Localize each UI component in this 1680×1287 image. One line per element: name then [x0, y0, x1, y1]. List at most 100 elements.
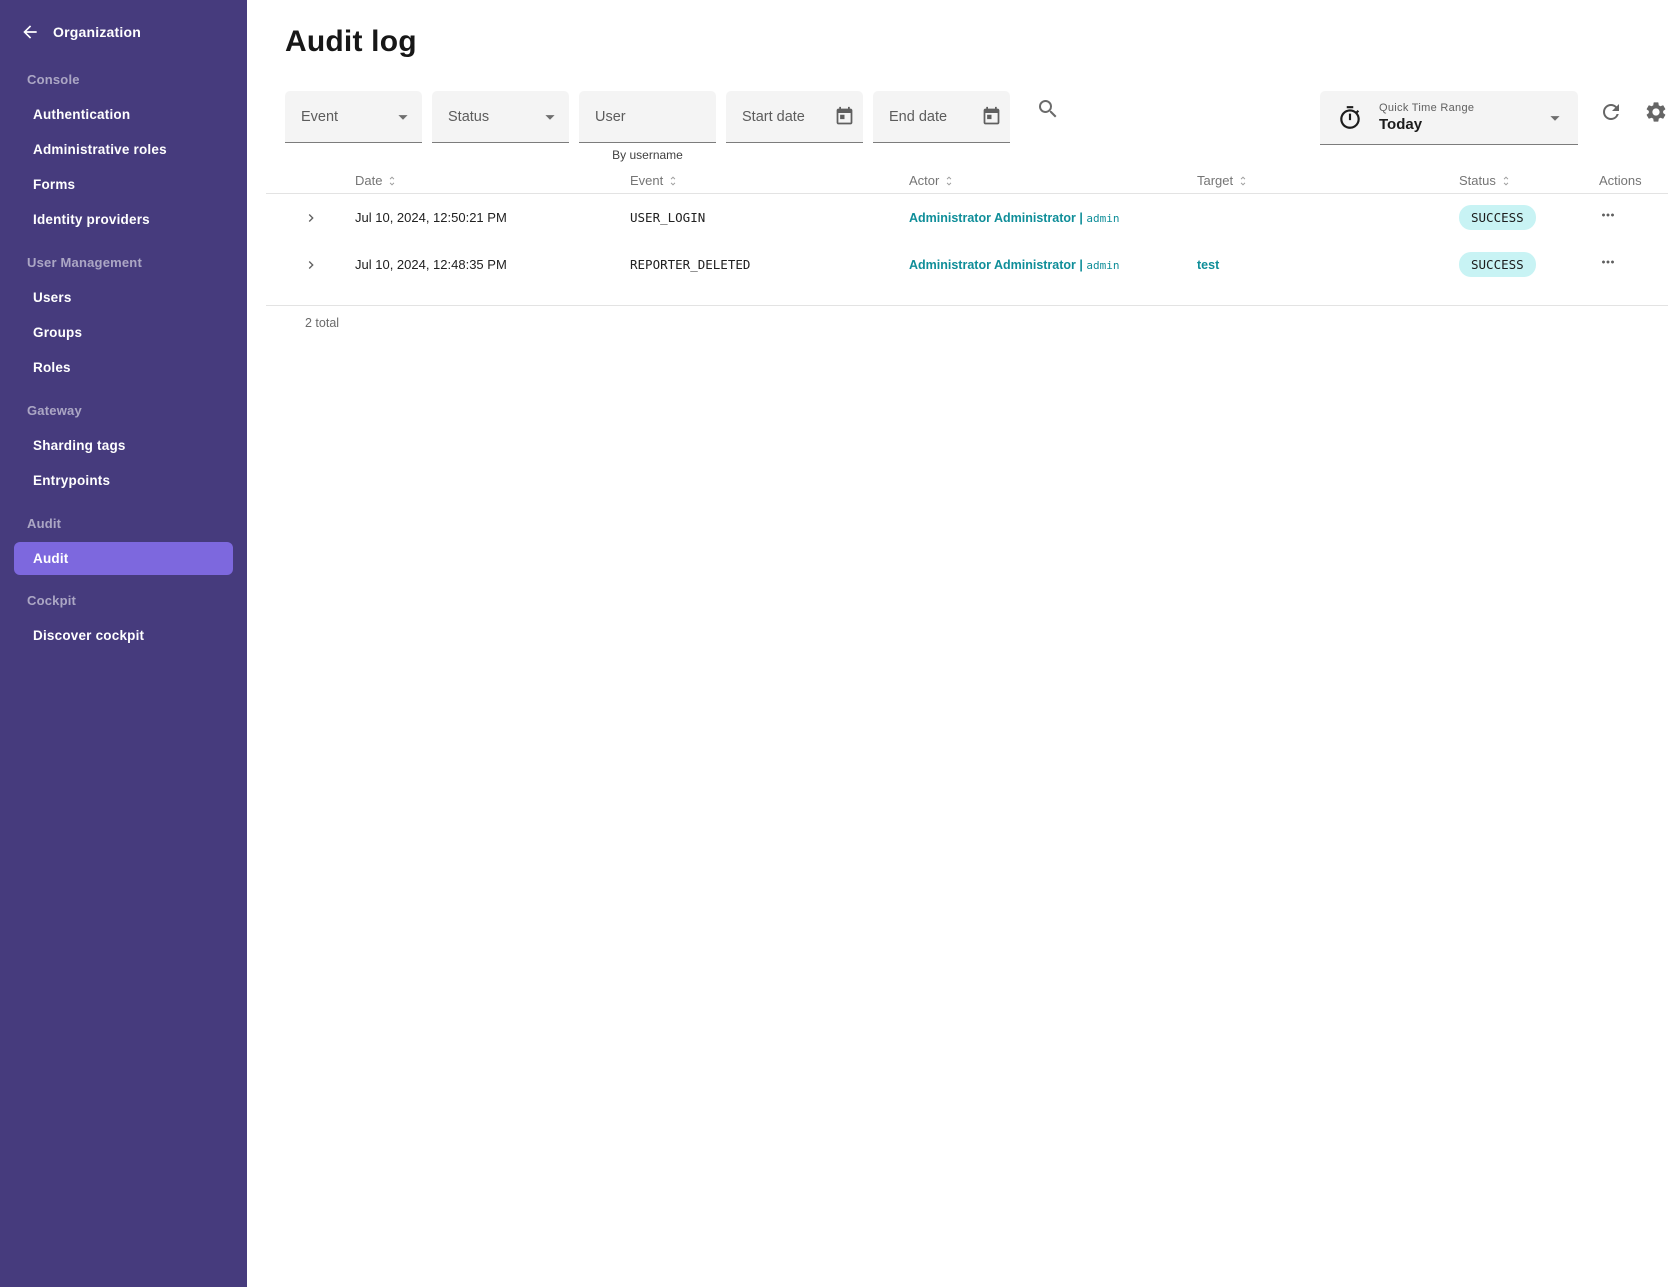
chevron-down-icon	[539, 106, 561, 128]
quick-time-range-value: Today	[1379, 116, 1528, 133]
sort-icon	[943, 175, 955, 187]
section-label-cockpit: Cockpit	[0, 583, 247, 618]
actor-username: admin	[1086, 259, 1119, 272]
section-label-gateway: Gateway	[0, 393, 247, 428]
row-actions-kebab-icon[interactable]	[1599, 206, 1617, 224]
sidebar-section-audit: Audit Audit	[0, 506, 247, 575]
start-date-filter[interactable]: Start date	[726, 91, 863, 143]
column-label-status: Status	[1459, 173, 1496, 188]
sidebar-item-groups[interactable]: Groups	[0, 315, 247, 350]
table-row: Jul 10, 2024, 12:48:35 PM REPORTER_DELET…	[266, 241, 1668, 288]
column-header-date[interactable]: Date	[355, 173, 630, 188]
column-label-event: Event	[630, 173, 663, 188]
column-header-actor[interactable]: Actor	[909, 173, 1197, 188]
expander-cell	[266, 210, 355, 226]
expand-row-icon[interactable]	[303, 210, 319, 226]
column-header-event[interactable]: Event	[630, 173, 909, 188]
actor-name: Administrator Administrator |	[909, 258, 1083, 272]
user-filter-wrap: User By username	[579, 91, 716, 162]
total-count: 2 total	[305, 316, 1668, 330]
sidebar-nav: Console Authentication Administrative ro…	[0, 62, 247, 653]
status-filter-label: Status	[448, 109, 539, 125]
row-actor: Administrator Administrator | admin	[909, 209, 1197, 227]
sidebar-section-console: Console Authentication Administrative ro…	[0, 62, 247, 237]
page-title: Audit log	[285, 25, 1668, 59]
sidebar-item-forms[interactable]: Forms	[0, 167, 247, 202]
sidebar-item-roles[interactable]: Roles	[0, 350, 247, 385]
filter-bar: Event Status User By username Start date…	[285, 91, 1668, 162]
organization-title: Organization	[53, 24, 141, 40]
user-filter-helper: By username	[579, 148, 716, 162]
sidebar: Organization Console Authentication Admi…	[0, 0, 247, 1287]
row-actor: Administrator Administrator | admin	[909, 256, 1197, 274]
sidebar-item-users[interactable]: Users	[0, 280, 247, 315]
sort-icon	[667, 175, 679, 187]
target-link[interactable]: test	[1197, 258, 1219, 272]
app-root: Organization Console Authentication Admi…	[0, 0, 1680, 1287]
user-filter-input[interactable]: User	[579, 91, 716, 143]
end-date-label: End date	[889, 109, 981, 125]
column-label-actor: Actor	[909, 173, 939, 188]
status-badge: SUCCESS	[1459, 205, 1536, 230]
calendar-icon[interactable]	[834, 106, 855, 127]
start-date-label: Start date	[742, 109, 834, 125]
sidebar-item-sharding-tags[interactable]: Sharding tags	[0, 428, 247, 463]
end-date-filter[interactable]: End date	[873, 91, 1010, 143]
row-date: Jul 10, 2024, 12:48:35 PM	[355, 257, 630, 272]
event-filter-label: Event	[301, 109, 392, 125]
quick-time-range-label: Quick Time Range	[1379, 102, 1528, 114]
column-header-status[interactable]: Status	[1459, 173, 1599, 188]
column-header-actions: Actions	[1599, 173, 1668, 188]
row-target: test	[1197, 256, 1459, 274]
actor-link[interactable]: Administrator Administrator | admin	[909, 211, 1120, 225]
chevron-down-icon	[1544, 107, 1566, 129]
column-label-actions: Actions	[1599, 173, 1642, 188]
row-event: USER_LOGIN	[630, 210, 909, 225]
row-status: SUCCESS	[1459, 205, 1599, 230]
sort-icon	[386, 175, 398, 187]
sidebar-section-user-management: User Management Users Groups Roles	[0, 245, 247, 385]
expand-row-icon[interactable]	[303, 257, 319, 273]
table-header-row: Date Event Actor Target Status	[266, 168, 1668, 194]
row-date: Jul 10, 2024, 12:50:21 PM	[355, 210, 630, 225]
settings-gear-icon[interactable]	[1644, 100, 1668, 124]
section-label-user-management: User Management	[0, 245, 247, 280]
quick-time-range-select[interactable]: Quick Time Range Today	[1320, 91, 1578, 145]
column-header-target[interactable]: Target	[1197, 173, 1459, 188]
quick-time-range-text: Quick Time Range Today	[1379, 102, 1528, 133]
refresh-icon[interactable]	[1599, 100, 1623, 124]
actor-link[interactable]: Administrator Administrator | admin	[909, 258, 1120, 272]
chevron-down-icon	[392, 106, 414, 128]
sidebar-item-identity-providers[interactable]: Identity providers	[0, 202, 247, 237]
sidebar-header: Organization	[0, 0, 247, 42]
search-icon[interactable]	[1036, 97, 1060, 121]
actor-name: Administrator Administrator |	[909, 211, 1083, 225]
section-label-audit: Audit	[0, 506, 247, 541]
actor-username: admin	[1086, 212, 1119, 225]
column-label-target: Target	[1197, 173, 1233, 188]
row-actions	[1599, 206, 1668, 229]
expander-cell	[266, 257, 355, 273]
column-label-date: Date	[355, 173, 382, 188]
sidebar-item-administrative-roles[interactable]: Administrative roles	[0, 132, 247, 167]
sidebar-item-entrypoints[interactable]: Entrypoints	[0, 463, 247, 498]
user-filter-placeholder: User	[595, 109, 708, 125]
timer-icon	[1337, 105, 1363, 131]
row-actions	[1599, 253, 1668, 276]
calendar-icon[interactable]	[981, 106, 1002, 127]
back-arrow-icon[interactable]	[20, 22, 40, 42]
sidebar-section-gateway: Gateway Sharding tags Entrypoints	[0, 393, 247, 498]
sidebar-item-discover-cockpit[interactable]: Discover cockpit	[0, 618, 247, 653]
sidebar-item-audit[interactable]: Audit	[14, 542, 233, 575]
table-body: Jul 10, 2024, 12:50:21 PM USER_LOGIN Adm…	[266, 194, 1668, 306]
section-label-console: Console	[0, 62, 247, 97]
row-actions-kebab-icon[interactable]	[1599, 253, 1617, 271]
status-filter-select[interactable]: Status	[432, 91, 569, 143]
table-row: Jul 10, 2024, 12:50:21 PM USER_LOGIN Adm…	[266, 194, 1668, 241]
event-filter-select[interactable]: Event	[285, 91, 422, 143]
sidebar-item-authentication[interactable]: Authentication	[0, 97, 247, 132]
sort-icon	[1500, 175, 1512, 187]
audit-table: Date Event Actor Target Status	[266, 168, 1668, 330]
main-content: Audit log Event Status User By username …	[247, 0, 1680, 1287]
row-status: SUCCESS	[1459, 252, 1599, 277]
